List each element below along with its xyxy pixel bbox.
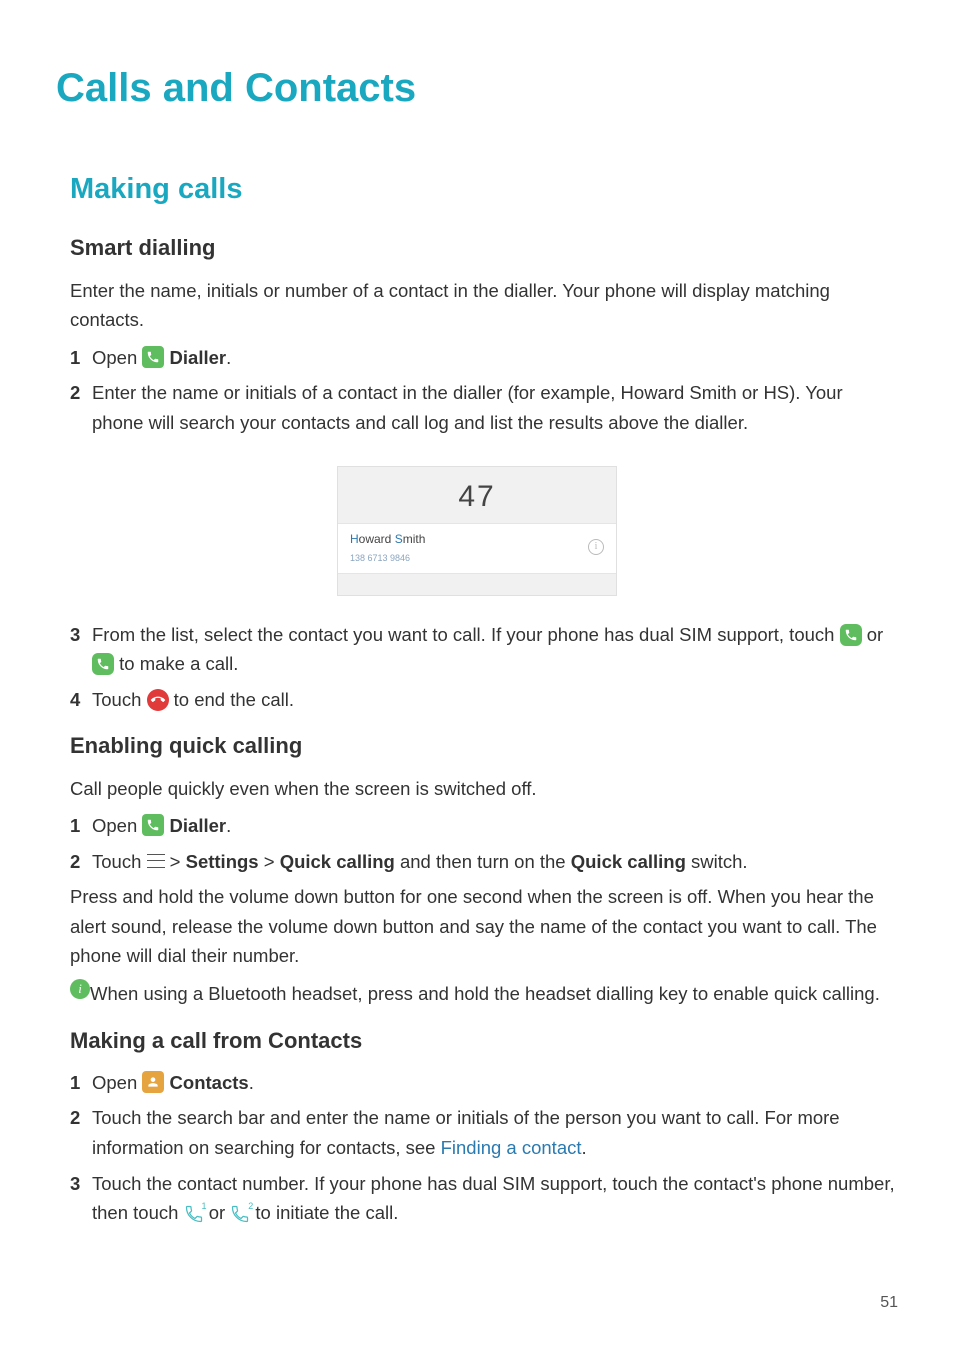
- step-text: Touch the search bar and enter the name …: [92, 1103, 898, 1162]
- dialler-entered-number: 47: [338, 473, 616, 521]
- text-fragment: >: [170, 851, 186, 872]
- dialler-screenshot: 47 Howard Smith 138 6713 9846 i: [56, 466, 898, 596]
- text-fragment: .: [226, 347, 231, 368]
- setting-name: Quick calling: [571, 851, 686, 872]
- subheading-from-contacts: Making a call from Contacts: [70, 1023, 898, 1058]
- info-icon: i: [70, 979, 90, 999]
- list-item: 4 Touch to end the call.: [70, 685, 898, 715]
- step-text: Open Dialler.: [92, 343, 898, 373]
- menu-icon: [147, 854, 165, 868]
- text-fragment: to end the call.: [174, 689, 294, 710]
- info-text: When using a Bluetooth headset, press an…: [90, 979, 898, 1009]
- text-fragment: Open: [92, 1072, 142, 1093]
- text-fragment: to initiate the call.: [255, 1202, 398, 1223]
- list-item: 3 Touch the contact number. If your phon…: [70, 1169, 898, 1228]
- step-text: Enter the name or initials of a contact …: [92, 378, 898, 437]
- text-fragment: or: [209, 1202, 231, 1223]
- step-text: Touch > Settings > Quick calling and the…: [92, 847, 898, 877]
- list-item: 1 Open Dialler.: [70, 811, 898, 841]
- text-fragment: .: [249, 1072, 254, 1093]
- dialler-screenshot-frame: 47 Howard Smith 138 6713 9846 i: [337, 466, 617, 596]
- quick-calling-paragraph: Press and hold the volume down button fo…: [70, 882, 898, 971]
- dialler-icon: [142, 346, 164, 368]
- list-item: 2 Touch the search bar and enter the nam…: [70, 1103, 898, 1162]
- list-item: 2 Touch > Settings > Quick calling and t…: [70, 847, 898, 877]
- text-fragment: or: [867, 624, 883, 645]
- text-fragment: and then turn on the: [395, 851, 571, 872]
- menu-path-item: Quick calling: [280, 851, 395, 872]
- subheading-quick-calling: Enabling quick calling: [70, 728, 898, 763]
- contacts-icon: [142, 1071, 164, 1093]
- list-item: 2 Enter the name or initials of a contac…: [70, 378, 898, 437]
- app-name: Dialler: [170, 815, 227, 836]
- text-fragment: mith: [403, 532, 426, 546]
- from-contacts-steps: 1 Open Contacts. 2 Touch the search bar …: [70, 1068, 898, 1228]
- smart-dialling-intro: Enter the name, initials or number of a …: [70, 276, 898, 335]
- menu-path-item: Settings: [186, 851, 259, 872]
- step-number: 2: [70, 1103, 92, 1133]
- step-number: 3: [70, 620, 92, 650]
- text-fragment: Touch: [92, 851, 147, 872]
- app-name: Contacts: [170, 1072, 249, 1093]
- info-icon: i: [588, 539, 604, 555]
- dialler-result-number: 138 6713 9846: [350, 551, 588, 565]
- step-text: Open Dialler.: [92, 811, 898, 841]
- quick-calling-steps: 1 Open Dialler. 2 Touch > Settings > Qui…: [70, 811, 898, 876]
- dialler-result-row: Howard Smith 138 6713 9846 i: [338, 523, 616, 575]
- step-text: Open Contacts.: [92, 1068, 898, 1098]
- call-sim1-icon: [840, 624, 862, 646]
- quick-calling-intro: Call people quickly even when the screen…: [70, 774, 898, 804]
- highlight: H: [350, 532, 359, 546]
- call-sim2-icon: [92, 653, 114, 675]
- step-number: 3: [70, 1169, 92, 1199]
- highlight: S: [395, 532, 403, 546]
- text-fragment: oward: [359, 532, 395, 546]
- step-text: From the list, select the contact you wa…: [92, 620, 898, 679]
- text-fragment: Open: [92, 815, 142, 836]
- text-fragment: switch.: [686, 851, 748, 872]
- text-fragment: .: [582, 1137, 587, 1158]
- step-text: Touch the contact number. If your phone …: [92, 1169, 898, 1228]
- section-heading-making-calls: Making calls: [70, 166, 898, 212]
- step-number: 1: [70, 1068, 92, 1098]
- end-call-icon: [147, 689, 169, 711]
- app-name: Dialler: [170, 347, 227, 368]
- step-number: 4: [70, 685, 92, 715]
- page-number: 51: [880, 1290, 898, 1316]
- list-item: 1 Open Contacts.: [70, 1068, 898, 1098]
- smart-dialling-steps-cont: 3 From the list, select the contact you …: [70, 620, 898, 715]
- text-fragment: to make a call.: [119, 653, 238, 674]
- text-fragment: .: [226, 815, 231, 836]
- call-sim1-outline-icon: 1: [184, 1203, 204, 1223]
- text-fragment: Touch: [92, 689, 147, 710]
- dialler-icon: [142, 814, 164, 836]
- step-text: Touch to end the call.: [92, 685, 898, 715]
- list-item: 1 Open Dialler.: [70, 343, 898, 373]
- text-fragment: Open: [92, 347, 142, 368]
- step-number: 2: [70, 847, 92, 877]
- call-sim2-outline-icon: 2: [230, 1203, 250, 1223]
- text-fragment: From the list, select the contact you wa…: [92, 624, 840, 645]
- step-number: 2: [70, 378, 92, 408]
- page-title: Calls and Contacts: [56, 56, 898, 120]
- step-number: 1: [70, 811, 92, 841]
- text-fragment: >: [259, 851, 280, 872]
- step-number: 1: [70, 343, 92, 373]
- info-note: i When using a Bluetooth headset, press …: [70, 979, 898, 1009]
- list-item: 3 From the list, select the contact you …: [70, 620, 898, 679]
- cross-reference-link[interactable]: Finding a contact: [441, 1137, 582, 1158]
- subheading-smart-dialling: Smart dialling: [70, 230, 898, 265]
- smart-dialling-steps: 1 Open Dialler. 2 Enter the name or init…: [70, 343, 898, 438]
- dialler-result-name: Howard Smith 138 6713 9846: [350, 530, 588, 566]
